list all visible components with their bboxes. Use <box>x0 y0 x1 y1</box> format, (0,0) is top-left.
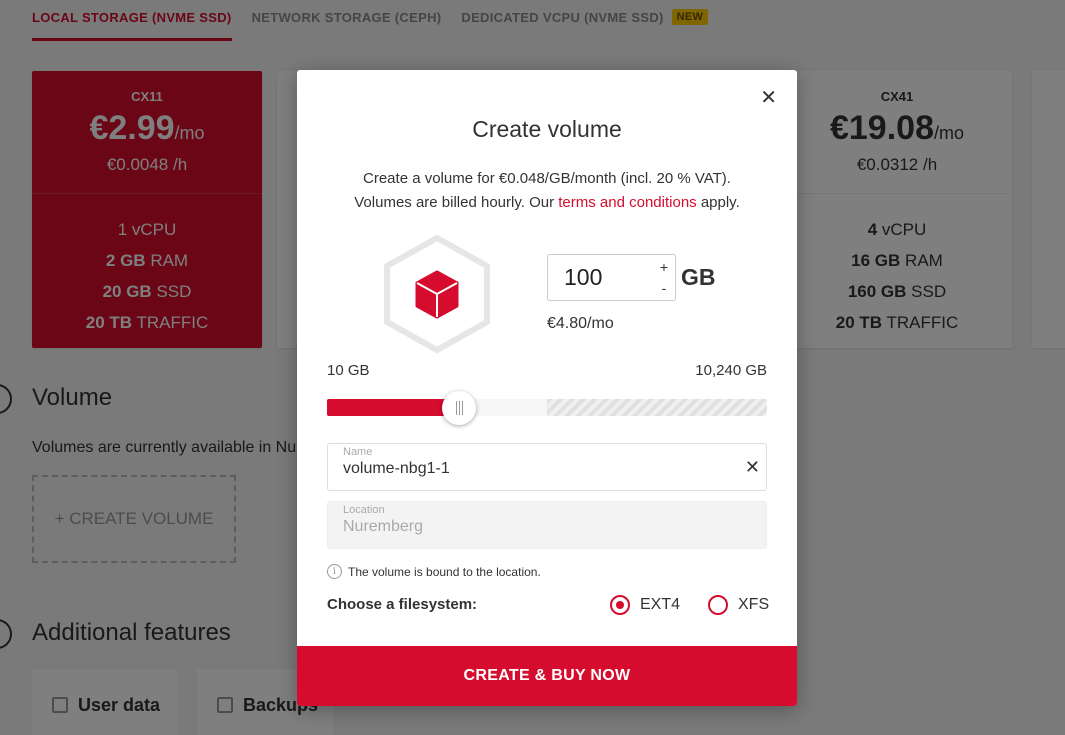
xfs-radio[interactable] <box>708 595 728 615</box>
create-volume-modal: ✕ Create volume Create a volume for €0.0… <box>297 70 797 706</box>
description-line-2: Volumes are billed hourly. Our terms and… <box>354 194 740 211</box>
modal-title: Create volume <box>472 116 622 142</box>
location-field-value: Nuremberg <box>343 518 424 535</box>
location-info: i The volume is bound to the location. <box>327 564 541 579</box>
filesystem-option-ext4[interactable]: EXT4 <box>610 595 680 615</box>
location-info-text: The volume is bound to the location. <box>348 564 541 579</box>
close-icon[interactable]: ✕ <box>760 88 777 108</box>
size-unit: GB <box>681 264 716 290</box>
ext4-radio[interactable] <box>610 595 630 615</box>
volume-size-value[interactable]: 100 <box>548 264 653 291</box>
size-stepper: + - <box>653 255 675 300</box>
name-field-label: Name <box>343 446 373 458</box>
filesystem-option-xfs[interactable]: XFS <box>708 595 769 615</box>
location-field-label: Location <box>343 504 385 516</box>
clear-icon[interactable]: ✕ <box>745 457 760 478</box>
volume-size-input[interactable]: 100 + - <box>547 254 676 301</box>
monthly-price: €4.80/mo <box>547 315 614 332</box>
xfs-label: XFS <box>738 596 770 613</box>
range-max-label: 10,240 GB <box>695 362 767 379</box>
create-buy-button[interactable]: CREATE & BUY NOW <box>297 646 797 706</box>
name-field[interactable]: Name volume-nbg1-1 ✕ <box>327 443 767 491</box>
name-field-value[interactable]: volume-nbg1-1 <box>343 460 751 478</box>
terms-link[interactable]: terms and conditions <box>558 194 696 211</box>
size-slider-unavailable-range <box>547 399 767 416</box>
size-slider-fill <box>327 399 459 416</box>
ext4-label: EXT4 <box>640 596 681 613</box>
range-min-label: 10 GB <box>327 362 370 379</box>
location-field: Location Nuremberg <box>327 501 767 549</box>
description-line-1: Create a volume for €0.048/GB/month (inc… <box>363 170 731 187</box>
size-slider-track[interactable] <box>327 399 767 416</box>
increment-button[interactable]: + <box>660 258 668 276</box>
filesystem-label: Choose a filesystem: <box>327 596 478 613</box>
cube-icon <box>384 234 490 354</box>
info-icon: i <box>327 564 342 579</box>
modal-description: Create a volume for €0.048/GB/month (inc… <box>297 167 797 215</box>
decrement-button[interactable]: - <box>662 279 667 297</box>
size-slider-handle[interactable] <box>442 391 476 425</box>
